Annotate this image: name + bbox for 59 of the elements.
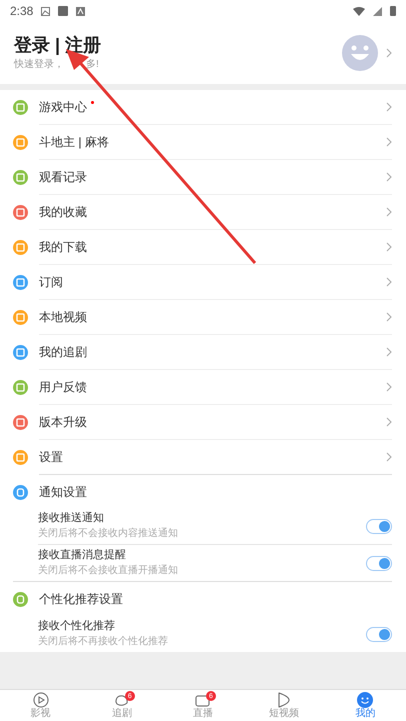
- menu-label: 我的收藏: [39, 204, 87, 221]
- chevron-icon: [386, 242, 392, 252]
- menu-label: 版本升级: [39, 414, 87, 431]
- section-title: 个性化推荐设置: [39, 591, 123, 608]
- menu-item[interactable]: 版本升级: [0, 405, 406, 440]
- menu-item[interactable]: 我的下载: [0, 230, 406, 265]
- app-icon: [76, 6, 86, 16]
- menu-label: 斗地主 | 麻将: [39, 134, 109, 151]
- chevron-icon: [386, 102, 392, 112]
- menu-item[interactable]: 我的收藏: [0, 195, 406, 230]
- menu-label: 订阅: [39, 274, 63, 291]
- menu-label: 我的下载: [39, 239, 87, 256]
- chevron-icon: [386, 48, 392, 58]
- toggle-switch[interactable]: [366, 626, 392, 642]
- menu-item[interactable]: 设置: [0, 440, 406, 475]
- menu-item[interactable]: 游戏中心: [0, 90, 406, 125]
- menu-item[interactable]: 斗地主 | 麻将: [0, 125, 406, 160]
- status-time: 2:38: [10, 3, 34, 20]
- option-description: 关闭后将不会接收内容推送通知: [38, 528, 179, 541]
- option-description: 关闭后将不再接收个性化推荐: [38, 636, 169, 648]
- menu-label: 用户反馈: [39, 379, 87, 396]
- login-subtitle: 快速登录，: [14, 60, 64, 70]
- toggle-switch[interactable]: [366, 556, 392, 570]
- avatar-icon: [342, 35, 378, 71]
- chevron-icon: [386, 172, 392, 182]
- chevron-icon: [386, 417, 392, 427]
- square-icon: [58, 6, 68, 16]
- wifi-icon: [353, 6, 365, 16]
- option-label: 接收个性化推荐: [38, 620, 116, 634]
- menu-item[interactable]: 我的追剧: [0, 335, 406, 370]
- battery-icon: [390, 6, 396, 16]
- menu-label: 我的追剧: [39, 344, 87, 361]
- chevron-icon: [386, 452, 392, 462]
- menu-label: 观看记录: [39, 169, 87, 186]
- chevron-icon: [386, 347, 392, 357]
- toggle-switch[interactable]: [366, 519, 392, 534]
- option-label: 接收直播消息提醒: [38, 548, 127, 563]
- chevron-icon: [386, 137, 392, 147]
- image-icon: [41, 6, 50, 16]
- chevron-icon: [386, 312, 392, 322]
- menu-item[interactable]: 用户反馈: [0, 370, 406, 405]
- option-label: 接收推送通知: [38, 512, 105, 526]
- menu-label: 游戏中心: [39, 99, 87, 116]
- smiley-icon: [357, 692, 374, 708]
- menu-label: 本地视频: [39, 309, 87, 326]
- section-title: 通知设置: [39, 484, 87, 501]
- chevron-icon: [386, 277, 392, 287]
- chevron-icon: [386, 207, 392, 217]
- signal-icon: [373, 6, 382, 16]
- option-description: 关闭后将不会接收直播开播通知: [38, 564, 179, 578]
- play-icon: [278, 692, 290, 708]
- play-icon: [32, 692, 49, 708]
- menu-item[interactable]: 订阅: [0, 265, 406, 300]
- login-subtitle: 多!: [86, 60, 99, 70]
- menu-item[interactable]: 观看记录: [0, 160, 406, 195]
- nav-tab[interactable]: 我的: [324, 690, 406, 721]
- menu-item[interactable]: 本地视频: [0, 300, 406, 335]
- menu-label: 设置: [39, 449, 63, 466]
- chevron-icon: [386, 382, 392, 392]
